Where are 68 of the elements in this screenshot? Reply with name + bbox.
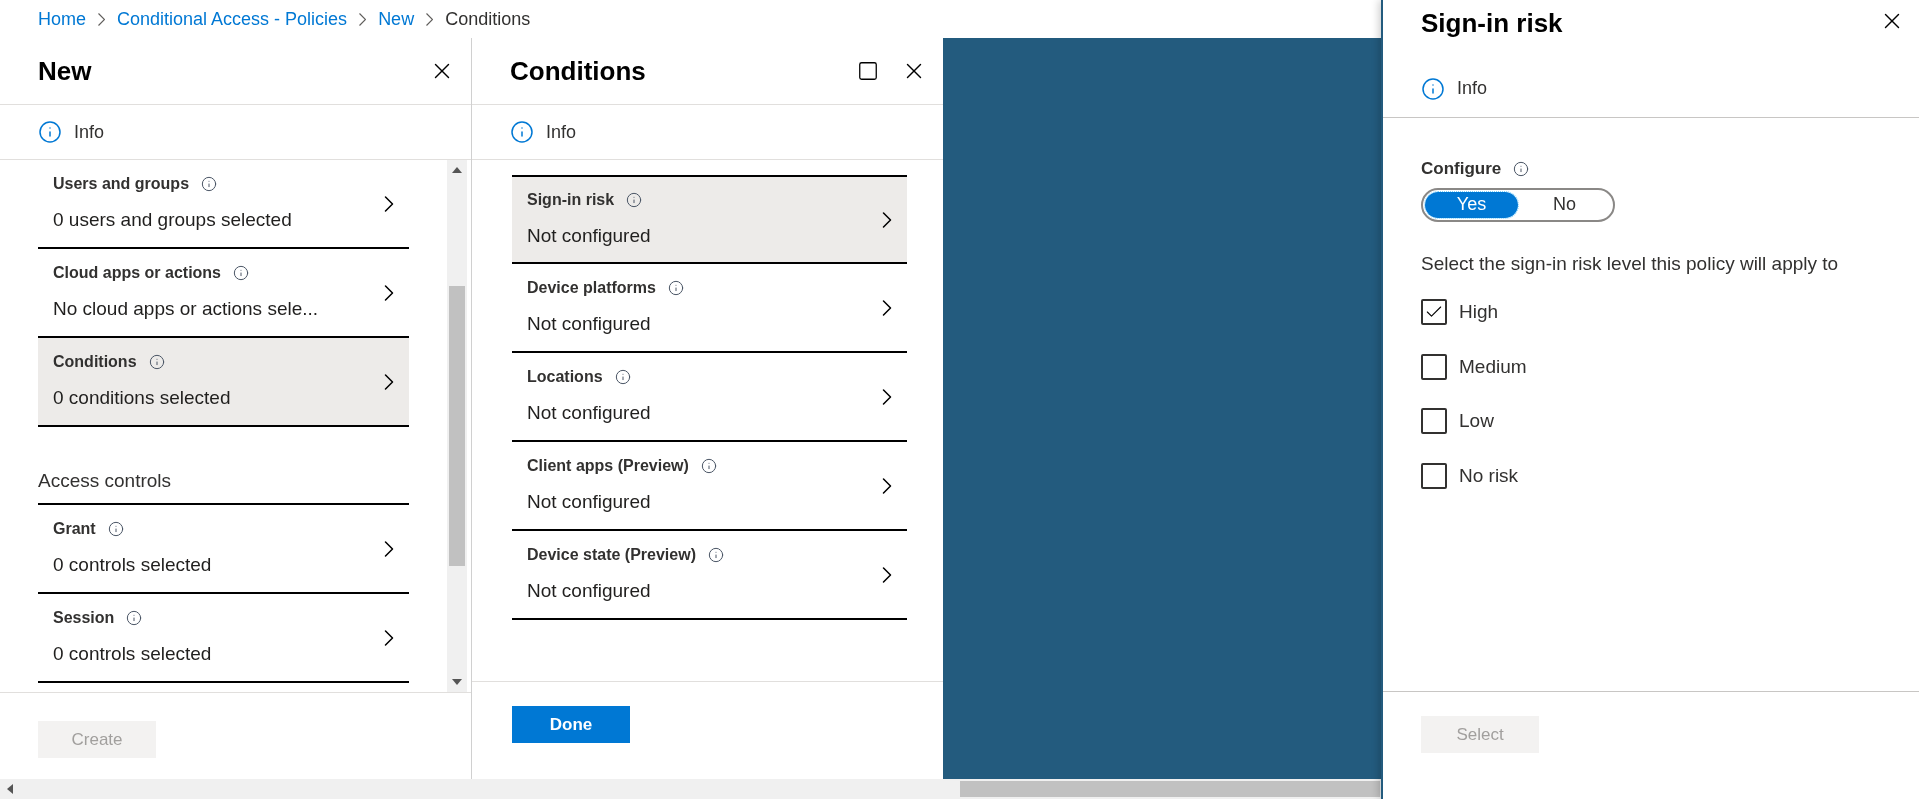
checkbox-label: Medium — [1459, 354, 1527, 379]
checkbox[interactable] — [1421, 353, 1447, 380]
panel-title: New — [38, 54, 93, 88]
section-heading: Access controls — [38, 468, 172, 493]
chevron-icon — [98, 12, 105, 26]
item-summary: 0 conditions selected — [53, 386, 232, 411]
checkbox-label: No risk — [1459, 463, 1519, 488]
item-label: Session — [53, 608, 115, 629]
info-icon — [626, 192, 643, 209]
toggle-option[interactable]: Yes — [1425, 191, 1518, 218]
info-icon — [148, 354, 165, 371]
breadcrumb-link[interactable]: Home — [38, 5, 86, 33]
item-label: Conditions — [53, 352, 137, 373]
toggle-option[interactable]: No — [1518, 191, 1611, 218]
item-summary: Not configured — [527, 312, 652, 337]
info-icon — [667, 280, 684, 297]
info-icon — [700, 458, 717, 475]
info-link[interactable]: Info — [546, 118, 577, 146]
item-summary: Not configured — [527, 579, 652, 604]
item-label: Cloud apps or actions — [53, 263, 221, 284]
breadcrumb-link[interactable]: New — [378, 5, 415, 33]
yes-no-toggle[interactable]: Yes No — [1421, 187, 1615, 222]
checkbox[interactable] — [1421, 408, 1447, 435]
item-label: Locations — [527, 367, 603, 388]
info-icon — [107, 521, 124, 538]
item-summary: Not configured — [527, 401, 652, 426]
item-summary: Not configured — [527, 224, 652, 249]
condition-item[interactable]: Conditions 0 conditions selected — [38, 338, 409, 427]
info-icon — [708, 547, 724, 564]
chevron-icon — [359, 12, 367, 26]
prompt-text: Select the sign-in risk level this policy will apply to — [1421, 251, 1840, 276]
action-button[interactable]: Done — [512, 706, 630, 743]
info-link[interactable]: Info — [74, 118, 105, 146]
configure-label: Configure — [1421, 158, 1502, 180]
checkbox[interactable] — [1421, 462, 1447, 489]
breadcrumb-link[interactable]: Conditional Access - Policies — [117, 5, 348, 33]
info-icon — [1513, 160, 1530, 177]
info-icon — [126, 610, 143, 627]
panel-title: Sign-in risk — [1421, 7, 1564, 40]
info-icon[interactable] — [38, 120, 62, 144]
chevron-icon — [426, 12, 434, 26]
checkbox-label: High — [1459, 300, 1499, 324]
panel-title: Conditions — [510, 54, 647, 88]
item-label: Sign-in risk — [527, 190, 615, 211]
item-summary: 0 controls selected — [53, 642, 213, 667]
info-icon[interactable] — [1421, 76, 1445, 101]
info-icon[interactable] — [510, 120, 534, 144]
item-label: Grant — [53, 519, 96, 540]
item-label: Users and groups — [53, 174, 190, 195]
info-icon — [614, 369, 631, 386]
scroll-down-icon[interactable] — [452, 678, 462, 686]
vertical-scrollbar[interactable] — [447, 160, 467, 692]
item-label: Device platforms — [527, 278, 656, 299]
info-icon — [201, 176, 218, 193]
checkbox-label: Low — [1459, 409, 1494, 433]
scroll-up-icon[interactable] — [452, 166, 462, 174]
scroll-left-icon[interactable] — [6, 784, 14, 794]
info-link[interactable]: Info — [1457, 75, 1488, 102]
item-summary: Not configured — [527, 490, 652, 515]
item-summary: 0 controls selected — [53, 553, 213, 578]
checkbox[interactable] — [1421, 299, 1447, 326]
condition-item[interactable]: Sign-in risk Not configured — [512, 175, 907, 264]
item-summary: 0 users and groups selected — [53, 208, 293, 233]
info-icon — [233, 265, 249, 282]
item-label: Client apps (Preview) — [527, 456, 689, 477]
maximize-icon[interactable] — [857, 60, 879, 82]
item-label: Device state (Preview) — [527, 545, 696, 566]
item-summary: No cloud apps or actions sele... — [53, 297, 320, 322]
